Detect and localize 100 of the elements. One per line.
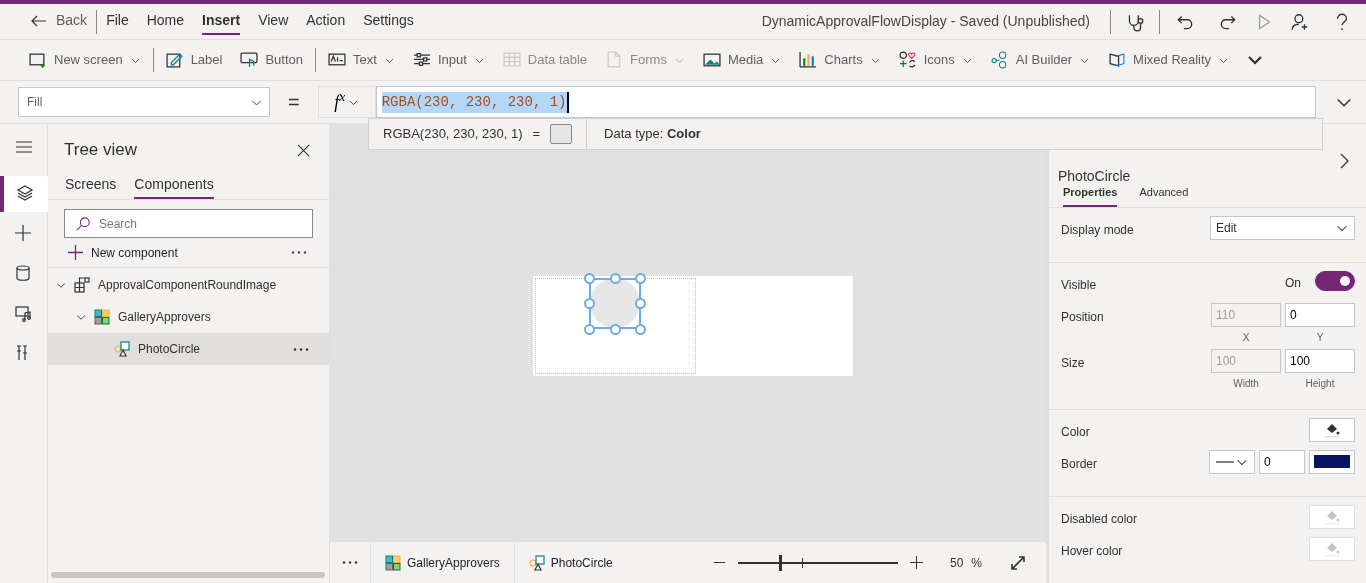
panel-tab[interactable]: Advanced [1139, 184, 1189, 207]
number-field[interactable]: 100 [1285, 348, 1355, 373]
menu-tab[interactable]: Insert [202, 8, 241, 35]
property-label: Display mode [1061, 221, 1134, 239]
panel-title: Tree view [64, 139, 138, 162]
toolbar-button[interactable]: Label [156, 46, 232, 74]
fit-button[interactable] [1010, 554, 1026, 571]
mr-icon [1108, 51, 1127, 69]
toggle-state: On [1285, 274, 1301, 292]
tree-item[interactable]: PhotoCircle [48, 333, 329, 365]
toolbar-button[interactable]: Icons [889, 46, 982, 74]
zoom-unit: % [971, 554, 982, 572]
property-dropdown[interactable]: Fill [18, 87, 270, 117]
number-field[interactable]: 0 [1285, 302, 1355, 327]
media-icon [702, 51, 721, 69]
equals-sign: = [288, 90, 300, 115]
toolbar-button[interactable]: Input [403, 46, 494, 74]
field-caption: Height [1304, 376, 1336, 391]
media-icon [14, 305, 33, 323]
close-button[interactable] [296, 142, 311, 158]
equals-sign: = [532, 125, 541, 144]
more-button[interactable] [342, 561, 358, 564]
label-icon [165, 51, 184, 69]
data-type-text: Data type: Color [604, 125, 701, 144]
resize-handle[interactable] [584, 323, 595, 335]
plus-icon [14, 225, 33, 243]
rail-button[interactable] [0, 176, 48, 212]
dropdown[interactable]: Edit [1210, 215, 1355, 240]
menu-tab[interactable]: Settings [363, 8, 414, 35]
panel-tab[interactable]: Properties [1063, 184, 1118, 207]
property-label: Border [1061, 455, 1098, 473]
toolbar-button[interactable]: New screen [20, 46, 150, 74]
toolbar-button[interactable]: Charts [790, 46, 890, 74]
resize-handle[interactable] [635, 323, 646, 335]
function-button[interactable]: f$^{x}$ [317, 86, 376, 118]
toggle-switch[interactable] [1315, 270, 1355, 291]
layers-icon [16, 185, 35, 203]
breadcrumb-item[interactable]: PhotoCircle [513, 542, 627, 583]
cylinder-icon [14, 265, 33, 283]
image-icon [528, 554, 545, 571]
plus-icon [909, 556, 923, 569]
share-icon [1290, 11, 1310, 32]
property-label: Hover color [1061, 542, 1123, 560]
more-icon [293, 347, 309, 351]
menu-tab[interactable]: Home [146, 8, 185, 35]
control-name: PhotoCircle [1058, 167, 1131, 186]
property-label: Position [1061, 308, 1104, 326]
panel-tab[interactable]: Screens [65, 174, 117, 199]
line-icon [1215, 460, 1235, 463]
border-style-dropdown[interactable] [1209, 449, 1255, 474]
expand-icon [1010, 554, 1026, 571]
color-picker[interactable] [1309, 417, 1355, 442]
border-width-field[interactable]: 0 [1259, 449, 1305, 474]
button-icon [240, 51, 259, 69]
search-icon [76, 217, 90, 231]
icons-icon [898, 51, 917, 69]
toolbar-button[interactable]: Text [319, 46, 404, 74]
menu-tab[interactable]: File [106, 8, 129, 35]
input-icon [412, 51, 431, 69]
gallery-icon [94, 309, 110, 325]
tree-item[interactable]: ApprovalComponentRoundImage [48, 269, 329, 301]
plus-icon [68, 245, 83, 260]
resize-handle[interactable] [584, 272, 595, 284]
panel-tab[interactable]: Components [134, 174, 214, 199]
slider-thumb[interactable] [778, 554, 782, 571]
more-button[interactable] [291, 251, 307, 254]
resize-handle[interactable] [609, 272, 621, 284]
table-icon [502, 51, 521, 69]
paint-bucket-icon [1324, 421, 1340, 438]
toolbar-button[interactable]: Media [693, 46, 791, 74]
screen-icon [29, 51, 47, 69]
zoom-in-button[interactable] [909, 556, 923, 569]
field-caption: Y [1315, 330, 1325, 345]
menu-tab[interactable]: View [258, 8, 289, 35]
paint-bucket-icon [1324, 540, 1340, 557]
resize-handle[interactable] [635, 298, 646, 309]
menu-tab[interactable]: Action [306, 8, 346, 35]
color-picker[interactable] [1309, 449, 1355, 474]
field-caption: Width [1232, 376, 1260, 391]
ai-icon [990, 51, 1009, 69]
new-component-button[interactable]: New component [68, 243, 178, 262]
toolbar-button[interactable]: AI Builder [981, 46, 1100, 74]
resize-handle[interactable] [635, 272, 646, 284]
toolbar-button[interactable]: Mixed Reality [1099, 46, 1239, 74]
formula-field[interactable]: RGBA(230, 230, 230, 1) [375, 86, 1316, 118]
share-button[interactable] [1290, 11, 1310, 32]
zoom-value: 50 [949, 554, 964, 572]
breadcrumb-item[interactable]: GalleryApprovers [370, 542, 514, 583]
search-field[interactable]: Search [64, 209, 313, 238]
toolbar-button[interactable]: Button [231, 46, 313, 74]
paint-bucket-icon [1324, 508, 1340, 525]
back-button[interactable]: Back [30, 8, 88, 35]
more-icon [342, 561, 358, 564]
field-caption: X [1241, 330, 1251, 345]
tree-item[interactable]: GalleryApprovers [48, 301, 329, 333]
resize-handle[interactable] [584, 298, 595, 309]
resize-handle[interactable] [609, 323, 621, 335]
app-title: DynamicApprovalFlowDisplay - Saved (Unpublished) [761, 12, 1090, 31]
more-icon [291, 251, 307, 254]
more-button[interactable] [293, 347, 309, 351]
